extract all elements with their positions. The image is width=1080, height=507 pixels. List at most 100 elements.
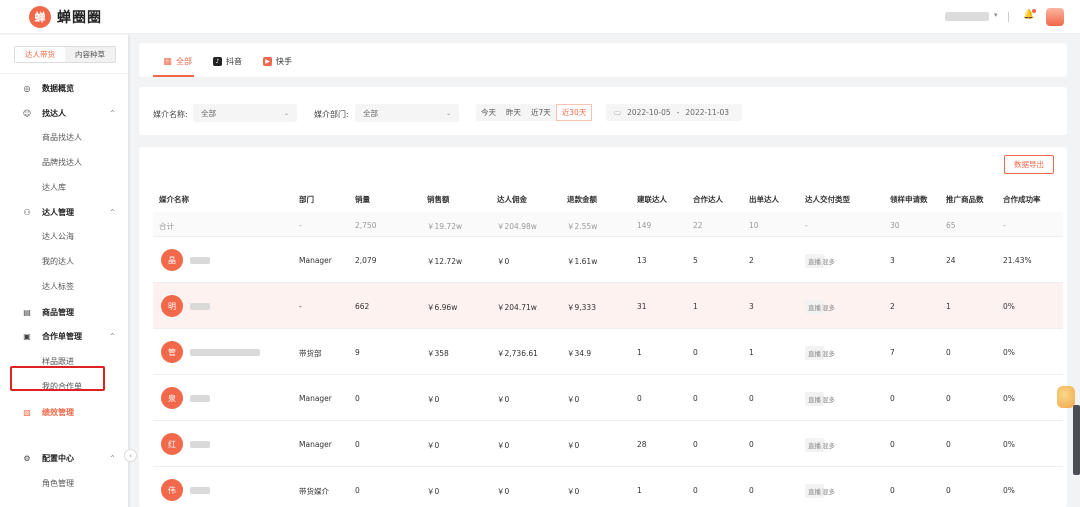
sidebar-scrollbar[interactable] bbox=[128, 35, 130, 507]
agent-name-redacted[interactable] bbox=[190, 395, 210, 402]
cell-success_rate: 0% bbox=[1003, 440, 1015, 449]
tab-platform-douyin[interactable]: ♪ 抖音 bbox=[213, 56, 242, 67]
table-total-row: 合计 - 2,750 ￥19.72w ￥204.98w ￥2.55w 149 22 10 - 30 6… bbox=[153, 212, 1063, 237]
cell-contacted: 0 bbox=[637, 394, 642, 403]
cell-products: 24 bbox=[946, 256, 956, 265]
sidebar-item[interactable]: 商品找达人 bbox=[0, 128, 128, 146]
table-row[interactable]: 明 -662 ￥6.96w ￥204.71w ￥9,333 31 1 3 直播 混多 2 1 0% bbox=[153, 283, 1063, 329]
date-today-button[interactable]: 今天 bbox=[476, 104, 501, 121]
tab-label: 快手 bbox=[276, 57, 292, 66]
cell-contacted: 13 bbox=[637, 256, 647, 265]
avatar: 红 bbox=[161, 433, 183, 455]
avatar: 管 bbox=[161, 341, 183, 363]
cell-ordering: 0 bbox=[749, 486, 754, 495]
date-yesterday-button[interactable]: 昨天 bbox=[501, 104, 526, 121]
delivery-type-tag: 混多 bbox=[822, 488, 835, 496]
agency-dept-select[interactable]: 全部 ⌄ bbox=[355, 104, 459, 122]
date-end: 2022-11-03 bbox=[685, 108, 729, 117]
sidebar-item[interactable]: 角色管理 bbox=[0, 474, 128, 492]
table-row[interactable]: 伟带货媒介 0 ￥0 ￥0 ￥0 1 0 0 直播 混多 0 0 0% bbox=[153, 467, 1063, 507]
cell-cooperating: 0 bbox=[693, 486, 698, 495]
sidebar-item[interactable]: 我的达人 bbox=[0, 252, 128, 270]
cell-sample_requests: 0 bbox=[890, 440, 895, 449]
cell-dept: 带货部 bbox=[299, 349, 322, 358]
total-cell: 30 bbox=[890, 221, 900, 230]
date-30days-button[interactable]: 近30天 bbox=[555, 104, 593, 121]
cell-sales: 0 bbox=[355, 486, 360, 495]
logo-icon: 蝉 bbox=[29, 6, 51, 28]
brand-name: 蝉圈圈 bbox=[57, 10, 102, 26]
agency-name-select[interactable]: 全部 ⌄ bbox=[193, 104, 297, 122]
sidebar-item[interactable]: 达人公海 bbox=[0, 227, 128, 245]
column-header: 达人交付类型 bbox=[805, 195, 850, 204]
floating-side-toolbar[interactable] bbox=[1073, 405, 1080, 475]
user-avatar[interactable] bbox=[1046, 8, 1064, 26]
export-data-button[interactable]: 数据导出 bbox=[1004, 155, 1054, 174]
sidebar-item[interactable]: ▤ 商品管理 bbox=[0, 303, 128, 321]
select-value: 全部 bbox=[363, 108, 378, 118]
sidebar-item[interactable]: ☺ 找达人 ^ bbox=[0, 104, 128, 122]
user-name-redacted[interactable] bbox=[945, 12, 989, 21]
total-cell: 22 bbox=[693, 221, 703, 230]
chevron-up-icon[interactable]: ^ bbox=[110, 110, 115, 117]
table-row[interactable]: 泉 Manager 0 ￥0 ￥0 ￥0 0 0 0 直播 混多 0 0 0% bbox=[153, 375, 1063, 421]
cell-success_rate: 0% bbox=[1003, 394, 1015, 403]
grid-icon: ▦ bbox=[163, 56, 172, 67]
total-cell: ￥204.98w bbox=[497, 222, 537, 231]
cell-sales: 9 bbox=[355, 348, 360, 357]
chevron-up-icon[interactable]: ^ bbox=[110, 455, 115, 462]
tab-platform-all[interactable]: ▦ 全部 bbox=[163, 56, 192, 67]
notification-dot bbox=[1032, 9, 1036, 13]
sidebar-item[interactable]: ⚙ 配置中心 ^ bbox=[0, 449, 128, 467]
tab-platform-kuaishou[interactable]: ▶ 快手 bbox=[263, 56, 292, 67]
sidebar-item-label: 样品跟进 bbox=[42, 356, 74, 366]
sidebar-item-label: 找达人 bbox=[42, 108, 66, 118]
cell-sample_requests: 7 bbox=[890, 348, 895, 357]
cell-sample_requests: 0 bbox=[890, 394, 895, 403]
mascot-helper-icon[interactable] bbox=[1057, 386, 1075, 408]
agent-name-redacted[interactable] bbox=[190, 487, 210, 494]
date-range-picker[interactable]: ▭ 2022-10-05 - 2022-11-03 bbox=[606, 104, 742, 121]
agent-name-redacted[interactable] bbox=[190, 257, 210, 264]
user-menu-caret-icon[interactable]: ▾ bbox=[994, 11, 998, 19]
sidebar-collapse-button[interactable]: ‹ bbox=[124, 449, 137, 462]
sidebar-item[interactable]: ◎ 数据概览 bbox=[0, 79, 128, 97]
agent-name-redacted[interactable] bbox=[190, 441, 210, 448]
sidebar-item[interactable]: 达人库 bbox=[0, 178, 128, 196]
tab-label: 全部 bbox=[176, 57, 192, 66]
sidebar-item-label: 达人库 bbox=[42, 182, 66, 192]
sidebar-item-label: 达人公海 bbox=[42, 231, 74, 241]
delivery-type-tag: 混多 bbox=[822, 258, 835, 266]
date-7days-button[interactable]: 近7天 bbox=[526, 104, 556, 121]
agent-name-redacted[interactable] bbox=[190, 349, 260, 356]
cell-sales: 0 bbox=[355, 440, 360, 449]
delivery-type-tag: 混多 bbox=[822, 396, 835, 404]
table-row[interactable]: 管带货部 9 ￥358 ￥2,736.61 ￥34.9 1 0 1 直播 混多 7 0 0% bbox=[153, 329, 1063, 375]
cell-refund: ￥0 bbox=[567, 487, 580, 496]
sidebar-item[interactable]: ⚇ 达人管理 ^ bbox=[0, 203, 128, 221]
tab-live-commerce[interactable]: 达人带货 bbox=[15, 47, 65, 62]
cell-ordering: 2 bbox=[749, 256, 754, 265]
sidebar-item[interactable]: 达人标签 bbox=[0, 277, 128, 295]
logo[interactable]: 蝉 蝉圈圈 bbox=[29, 6, 102, 28]
tab-content-seeding[interactable]: 内容种草 bbox=[65, 47, 115, 62]
chevron-up-icon[interactable]: ^ bbox=[110, 333, 115, 340]
select-value: 全部 bbox=[201, 108, 216, 118]
agent-name-redacted[interactable] bbox=[190, 303, 210, 310]
cell-dept: 带货媒介 bbox=[299, 487, 329, 496]
column-header: 建联达人 bbox=[637, 195, 667, 204]
sidebar-item[interactable]: ▨ 绩效管理 bbox=[0, 403, 128, 421]
cell-revenue: ￥0 bbox=[427, 441, 440, 450]
cell-products: 0 bbox=[946, 394, 951, 403]
column-header: 推广商品数 bbox=[946, 195, 984, 204]
sidebar-item-label: 绩效管理 bbox=[42, 407, 74, 417]
chevron-up-icon[interactable]: ^ bbox=[110, 209, 115, 216]
table-row[interactable]: 晶 Manager 2,079 ￥12.72w ￥0 ￥1.61w 13 5 2 直播 混多 3 24 2… bbox=[153, 237, 1063, 283]
cell-dept: Manager bbox=[299, 394, 332, 403]
table-row[interactable]: 红 Manager 0 ￥0 ￥0 ￥0 28 0 0 直播 混多 0 0 0% bbox=[153, 421, 1063, 467]
sidebar-item[interactable]: ▣ 合作单管理 ^ bbox=[0, 327, 128, 345]
column-header: 领样申请数 bbox=[890, 195, 928, 204]
sidebar-item[interactable]: 品牌找达人 bbox=[0, 153, 128, 171]
sidebar-item-label: 我的达人 bbox=[42, 256, 74, 266]
total-cell: ￥19.72w bbox=[427, 222, 463, 231]
